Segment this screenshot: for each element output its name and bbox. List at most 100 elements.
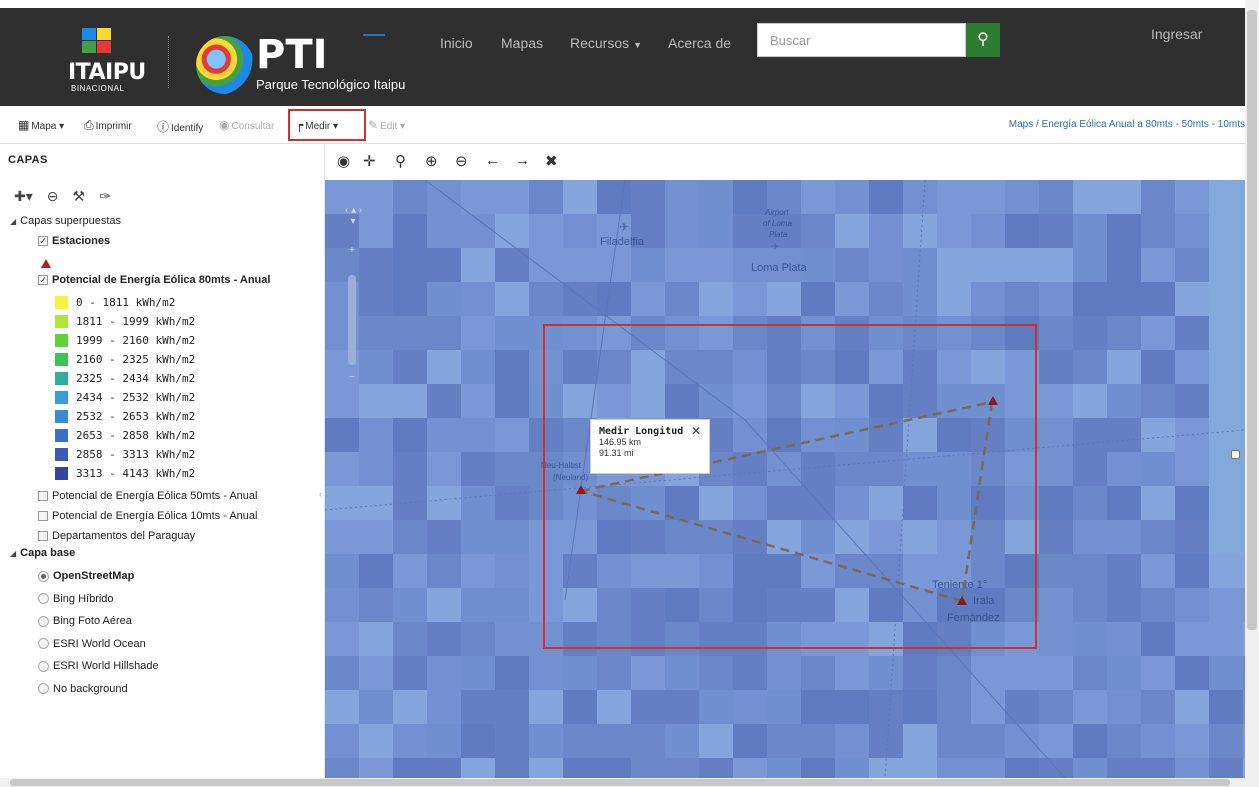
full-extent-icon[interactable]: ✖ bbox=[545, 152, 558, 170]
itaipu-logo-text: ITAIPU bbox=[68, 60, 146, 85]
globe-icon[interactable]: ◉ bbox=[337, 152, 350, 170]
breadcrumb[interactable]: Maps / Energía Eólica Anual a 80mts - 50… bbox=[1009, 119, 1245, 130]
radio-button[interactable] bbox=[38, 683, 49, 694]
close-icon[interactable]: ✕ bbox=[691, 424, 701, 438]
legend-swatch bbox=[55, 467, 68, 480]
legend-label: 3313 - 4143 kWh/m2 bbox=[76, 467, 196, 480]
pti-logo-sub: Parque Tecnológico Itaipu bbox=[256, 77, 406, 92]
caret-down-icon: ▼ bbox=[633, 40, 643, 50]
base-layer-option[interactable]: Bing Foto Aérea bbox=[38, 615, 132, 627]
map-nav-toolbar: ◉ ✛ ⚲ ⊕ ⊖ ← → ✖ bbox=[325, 144, 1245, 180]
zoom-box-icon[interactable]: ⚲ bbox=[395, 152, 406, 170]
layer-wind10-label: Potencial de Energía Eólica 10mts - Anua… bbox=[52, 510, 258, 522]
map-canvas[interactable]: ‹ ▴ › ▾ + − Filadelfia Airport of Loma P… bbox=[325, 180, 1245, 778]
legend-label: 0 - 1811 kWh/m2 bbox=[76, 296, 176, 309]
group-overlays[interactable]: ◢ Capas superpuestas bbox=[10, 215, 121, 227]
legend-swatch bbox=[55, 410, 68, 423]
legend-item: 2325 - 2434 kWh/m2 bbox=[55, 372, 195, 385]
layer-wind10[interactable]: Potencial de Energía Eólica 10mts - Anua… bbox=[38, 510, 257, 522]
layer-stations[interactable]: ✓ Estaciones bbox=[38, 235, 110, 247]
legend-item: 1811 - 1999 kWh/m2 bbox=[55, 315, 195, 328]
base-layer-option[interactable]: OpenStreetMap bbox=[38, 570, 134, 582]
nav-recursos[interactable]: Recursos ▼ bbox=[570, 35, 642, 51]
edit-menu-button[interactable]: ✎ Edit ▾ bbox=[368, 118, 405, 132]
nav-acerca-de[interactable]: Acerca de bbox=[668, 35, 731, 51]
measure-popup-title: Medir Longitud bbox=[599, 426, 684, 437]
measure-km: 146.95 km bbox=[599, 437, 642, 447]
legend-label: 2653 - 2858 kWh/m2 bbox=[76, 429, 196, 442]
layer-wind80[interactable]: ✓ Potencial de Energía Eólica 80mts - Anu… bbox=[38, 274, 270, 286]
checkbox[interactable] bbox=[38, 511, 48, 521]
vertical-scroll-thumb[interactable] bbox=[1247, 10, 1257, 630]
nav-inicio[interactable]: Inicio bbox=[440, 35, 473, 51]
mapa-label: Mapa bbox=[31, 121, 57, 132]
layer-tools: ✚▾ ⊖ ⚒ ✑ bbox=[14, 188, 125, 205]
base-layer-label: ESRI World Hillshade bbox=[53, 660, 159, 672]
layer-wind80-label: Potencial de Energía Eólica 80mts - Anua… bbox=[52, 274, 271, 286]
legend-label: 2858 - 3313 kWh/m2 bbox=[76, 448, 196, 461]
horizontal-scroll-thumb[interactable] bbox=[10, 779, 1230, 786]
legend-item: 2858 - 3313 kWh/m2 bbox=[55, 448, 195, 461]
arrow-right-icon[interactable]: → bbox=[515, 152, 530, 169]
sidebar-title: CAPAS bbox=[8, 154, 48, 166]
base-layer-label: No background bbox=[53, 682, 128, 695]
consultar-button[interactable]: ◉ Consultar bbox=[219, 118, 274, 132]
legend-swatch bbox=[55, 372, 68, 385]
nav-mapas[interactable]: Mapas bbox=[501, 35, 543, 51]
vertical-scrollbar[interactable] bbox=[1245, 0, 1259, 778]
itaipu-logo[interactable]: ITAIPU BINACIONAL bbox=[62, 28, 157, 102]
radio-button[interactable] bbox=[38, 660, 49, 672]
remove-layer-icon[interactable]: ⊖ bbox=[47, 188, 59, 204]
login-link[interactable]: Ingresar bbox=[1151, 26, 1202, 42]
legend-swatch bbox=[55, 334, 68, 347]
horizontal-scrollbar[interactable] bbox=[0, 778, 1259, 787]
zoom-in-icon[interactable]: ⊕ bbox=[425, 152, 438, 170]
search-button[interactable]: ⚲ bbox=[966, 23, 1000, 57]
imprimir-button[interactable]: ⎙ Imprimir bbox=[84, 118, 132, 133]
search-input[interactable]: Buscar bbox=[757, 23, 966, 57]
mapa-menu-button[interactable]: ▦ Mapa ▾ bbox=[18, 118, 64, 132]
checkbox[interactable] bbox=[38, 531, 48, 541]
app-window: ITAIPU BINACIONAL PTI Parque Tecnológico… bbox=[0, 0, 1259, 787]
search-icon: ⚲ bbox=[977, 31, 989, 48]
measure-mi: 91.31 mi bbox=[599, 448, 634, 458]
pan-icon[interactable]: ✛ bbox=[363, 152, 376, 170]
base-layer-option[interactable]: ESRI World Hillshade bbox=[38, 660, 159, 672]
itaipu-logo-sub: BINACIONAL bbox=[71, 84, 125, 93]
layer-wind50[interactable]: Potencial de Energía Eólica 50mts - Anua… bbox=[38, 490, 257, 502]
itaipu-logo-mark bbox=[82, 28, 126, 56]
radio-button[interactable] bbox=[38, 638, 49, 649]
station-legend-icon bbox=[41, 259, 51, 268]
base-layer-label: Bing Foto Aérea bbox=[53, 615, 132, 627]
layers-sidebar: CAPAS ✚▾ ⊖ ⚒ ✑ ◢ Capas superpuestas ✓ Estacio… bbox=[0, 144, 325, 778]
medir-highlight-box bbox=[288, 109, 366, 141]
add-layer-icon[interactable]: ✚▾ bbox=[14, 188, 33, 204]
base-layer-label: OpenStreetMap bbox=[53, 570, 135, 582]
radio-button[interactable] bbox=[38, 570, 49, 582]
print-icon: ⎙ bbox=[84, 118, 94, 132]
zoom-out-icon[interactable]: ⊖ bbox=[455, 152, 468, 170]
map-side-handle[interactable] bbox=[1231, 450, 1240, 459]
binoculars-icon: ◉ bbox=[219, 118, 230, 132]
checkbox-checked[interactable]: ✓ bbox=[38, 236, 48, 246]
layer-stations-label: Estaciones bbox=[52, 235, 111, 247]
checkbox[interactable] bbox=[38, 491, 48, 501]
group-base[interactable]: ◢ Capa base bbox=[10, 547, 75, 559]
base-layer-option[interactable]: Bing Híbrido bbox=[38, 593, 114, 605]
base-layer-label: ESRI World Ocean bbox=[53, 637, 146, 650]
base-layer-option[interactable]: ESRI World Ocean bbox=[38, 638, 146, 650]
legend-swatch bbox=[55, 429, 68, 442]
identify-button[interactable]: ⓘ Identify bbox=[157, 118, 203, 135]
arrow-left-icon[interactable]: ← bbox=[485, 152, 500, 169]
radio-button[interactable] bbox=[38, 593, 49, 604]
legend-label: 2532 - 2653 kWh/m2 bbox=[76, 410, 196, 423]
wrench-icon[interactable]: ⚒ bbox=[73, 188, 86, 204]
pti-logo-text[interactable]: PTI bbox=[256, 32, 327, 78]
base-layer-option[interactable]: No background bbox=[38, 683, 128, 695]
radio-button[interactable] bbox=[38, 615, 49, 627]
checkbox-checked[interactable]: ✓ bbox=[38, 275, 48, 285]
triangle-down-icon: ◢ bbox=[10, 216, 17, 226]
collapse-sidebar-icon[interactable]: ‹ bbox=[319, 489, 322, 499]
layer-departments[interactable]: Departamentos del Paraguay bbox=[38, 530, 195, 542]
brush-icon[interactable]: ✑ bbox=[99, 188, 111, 204]
